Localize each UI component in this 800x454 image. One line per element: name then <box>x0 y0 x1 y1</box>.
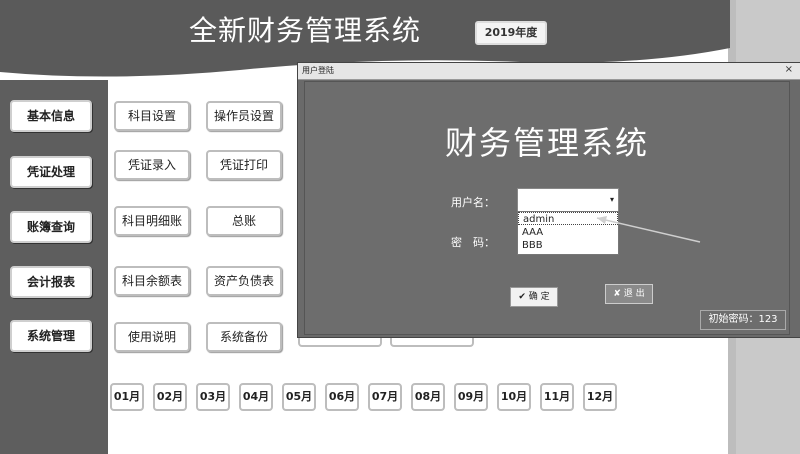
balance-sheet-button[interactable]: 资产负债表 <box>206 266 282 296</box>
voucher-print-button[interactable]: 凭证打印 <box>206 150 282 180</box>
sidebar-item-voucher[interactable]: 凭证处理 <box>10 156 92 188</box>
month-button-04[interactable]: 04月 <box>239 383 273 411</box>
voucher-entry-button[interactable]: 凭证录入 <box>114 150 190 180</box>
sidebar-item-basic-info[interactable]: 基本信息 <box>10 100 92 132</box>
operator-setup-button[interactable]: 操作员设置 <box>206 101 282 131</box>
sidebar: 基本信息 凭证处理 账簿查询 会计报表 系统管理 <box>0 80 108 454</box>
exit-button[interactable]: ✘ 退 出 <box>605 284 653 304</box>
month-button-09[interactable]: 09月 <box>454 383 488 411</box>
initial-password-note: 初始密码：123 <box>700 310 786 330</box>
sidebar-item-ledger-query[interactable]: 账簿查询 <box>10 211 92 243</box>
account-setup-button[interactable]: 科目设置 <box>114 101 190 131</box>
instructions-button[interactable]: 使用说明 <box>114 322 190 352</box>
close-icon[interactable]: × <box>785 64 793 75</box>
app-title: 全新财务管理系统 <box>188 14 421 47</box>
sidebar-item-system[interactable]: 系统管理 <box>10 320 92 352</box>
month-button-08[interactable]: 08月 <box>411 383 445 411</box>
month-button-11[interactable]: 11月 <box>540 383 574 411</box>
system-backup-button[interactable]: 系统备份 <box>206 322 282 352</box>
month-button-05[interactable]: 05月 <box>282 383 316 411</box>
general-ledger-button[interactable]: 总账 <box>206 206 282 236</box>
dialog-window-title: 用户登陆 <box>302 66 334 75</box>
month-button-07[interactable]: 07月 <box>368 383 402 411</box>
account-detail-ledger-button[interactable]: 科目明细账 <box>114 206 190 236</box>
month-button-02[interactable]: 02月 <box>153 383 187 411</box>
account-balance-button[interactable]: 科目余额表 <box>114 266 190 296</box>
confirm-button[interactable]: ✔ 确 定 <box>510 287 558 307</box>
year-badge: 2019年度 <box>475 21 547 45</box>
month-button-12[interactable]: 12月 <box>583 383 617 411</box>
month-button-10[interactable]: 10月 <box>497 383 531 411</box>
dialog-body: 财务管理系统 用户名： ▾ admin AAA BBB 密 码： ✔ 确 定 ✘… <box>304 81 790 335</box>
login-dialog: 用户登陆 × 财务管理系统 用户名： ▾ admin AAA BBB 密 码： … <box>297 62 800 338</box>
dialog-titlebar[interactable]: 用户登陆 × <box>298 63 800 80</box>
password-label: 密 码： <box>451 236 495 249</box>
sidebar-item-reports[interactable]: 会计报表 <box>10 266 92 298</box>
month-button-01[interactable]: 01月 <box>110 383 144 411</box>
month-button-03[interactable]: 03月 <box>196 383 230 411</box>
month-button-06[interactable]: 06月 <box>325 383 359 411</box>
